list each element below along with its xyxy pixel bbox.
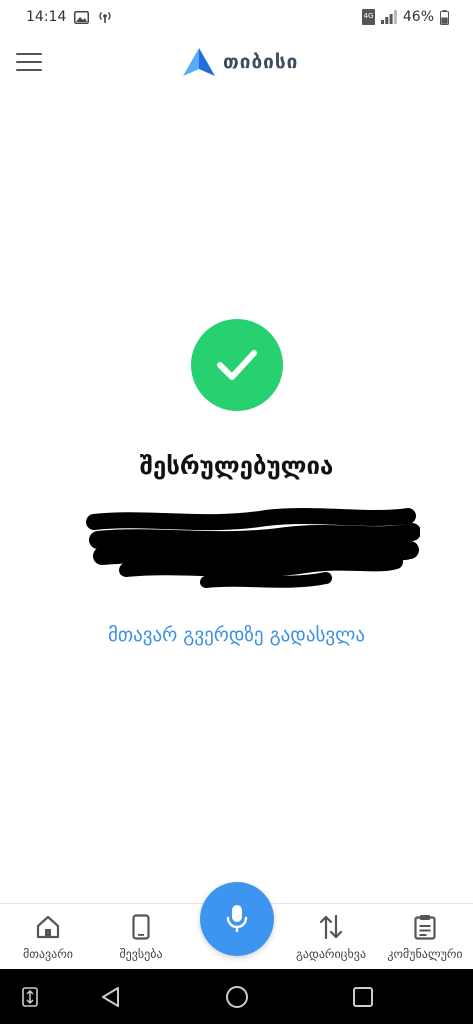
system-navigation-bar <box>0 969 473 1024</box>
brand-logo: თიბისი <box>183 48 298 76</box>
nav-item-transfer[interactable]: გადარიცხვა <box>283 912 379 961</box>
nav-label: გადარიცხვა <box>295 947 367 961</box>
success-check-icon <box>191 319 283 411</box>
brand-name: თიბისი <box>223 51 299 73</box>
gallery-notification-icon <box>74 10 90 24</box>
menu-icon-line <box>16 53 42 55</box>
nav-item-home[interactable]: მთავარი <box>0 912 96 961</box>
nav-label: მთავარი <box>23 947 73 961</box>
recents-icon[interactable] <box>349 983 377 1011</box>
voice-assistant-button[interactable] <box>200 882 274 956</box>
app-bar: თიბისი <box>0 34 473 92</box>
battery-icon <box>440 9 449 25</box>
status-bar: 14:14 4G 46% <box>0 0 473 34</box>
svg-text:4G: 4G <box>363 12 373 20</box>
menu-icon-line <box>16 69 42 71</box>
status-time: 14:14 <box>26 9 67 25</box>
status-right: 4G 46% <box>361 9 449 25</box>
clipboard-icon <box>414 912 436 942</box>
battery-percent: 46% <box>402 9 434 25</box>
network-type-icon: 4G <box>361 9 375 25</box>
tbc-logo-icon <box>183 48 215 76</box>
result-title: შესრულებულია <box>139 452 334 480</box>
home-circle-icon[interactable] <box>223 983 251 1011</box>
status-left: 14:14 <box>26 9 113 25</box>
menu-icon-line <box>16 61 42 63</box>
nav-item-topup[interactable]: შევსება <box>93 912 189 961</box>
redaction-scribble <box>86 508 420 588</box>
home-icon <box>35 912 61 942</box>
microphone-icon <box>226 905 248 932</box>
transfer-icon <box>319 912 343 942</box>
signal-icon <box>380 10 397 24</box>
hotspot-icon <box>97 10 113 24</box>
nav-label: შევსება <box>119 947 163 961</box>
accessibility-icon[interactable] <box>16 983 44 1011</box>
back-icon[interactable] <box>97 983 125 1011</box>
nav-label: კომუნალური <box>387 947 463 961</box>
phone-icon <box>132 912 150 942</box>
menu-button[interactable] <box>16 48 48 76</box>
go-home-link[interactable]: მთავარ გვერდზე გადასვლა <box>0 624 473 646</box>
nav-item-utilities[interactable]: კომუნალური <box>377 912 473 961</box>
